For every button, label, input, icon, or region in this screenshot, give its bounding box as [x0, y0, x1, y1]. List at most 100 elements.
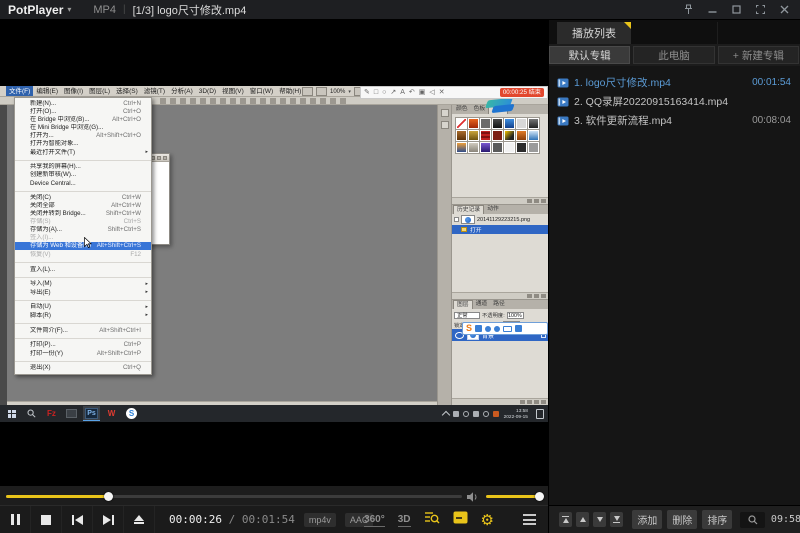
video-surface[interactable]: 文件(F) 编辑(E) 图像(I) 图层(L) 选择(S) 滤镜(T) 分析(A… [0, 20, 548, 485]
snapshot-checkbox [454, 217, 459, 222]
playlist-item[interactable]: 3. 软件更新流程.mp4 00:08:04 [549, 111, 800, 130]
menu-item-label: 打开(O)... [30, 108, 56, 116]
settings-gear-icon[interactable]: ⚙ [481, 513, 494, 528]
format-badge: MP4 [93, 4, 116, 16]
menu-item-label: 导入(M) [30, 280, 52, 288]
menu-item-shortcut: Ctrl+S [124, 218, 141, 226]
minimize-button[interactable] [707, 4, 718, 15]
sogou-taskbar-icon: S [123, 406, 140, 421]
layers-panel-tabs: 图层通道路径 [452, 300, 548, 309]
volume-thumb[interactable] [535, 492, 544, 501]
arrow-icon: ↗ [390, 87, 396, 98]
style-swatch [528, 118, 539, 129]
pause-button[interactable] [0, 506, 31, 533]
ps-file-menu-item: 自动(U) [15, 303, 151, 311]
chevron-down-icon[interactable]: ▾ [67, 5, 71, 14]
stereo-3d-toggle[interactable]: 3D [398, 514, 411, 527]
panel-footer [452, 197, 548, 204]
delete-button[interactable]: 删除 [667, 510, 697, 529]
menu-item-label: 文件简介(F)... [30, 327, 68, 335]
titlebar-divider: | [123, 4, 126, 15]
tray-icon [453, 411, 459, 417]
previous-button[interactable] [62, 506, 93, 533]
ps-file-menu-item: 关闭全部 Alt+Ctrl+W [15, 202, 151, 210]
add-button[interactable]: 添加 [632, 510, 662, 529]
style-swatch [516, 130, 527, 141]
style-swatch [480, 118, 491, 129]
ps-menu: 视图(V) [219, 86, 247, 96]
playlist-item-duration: 00:08:04 [752, 115, 791, 126]
tab-playlist[interactable]: 播放列表 [557, 22, 631, 44]
album-tab[interactable]: 默认专辑 [549, 46, 630, 64]
menu-item-label: 自动(U) [30, 303, 51, 311]
time-display: 00:00:26 / 00:01:54 [169, 513, 295, 526]
playlist-toolbar: 添加 删除 排序 09:58 [549, 505, 800, 533]
maximize-button[interactable] [731, 4, 742, 15]
ps-file-menu-item: 打印一份(Y) Alt+Shift+Ctrl+P [15, 349, 151, 362]
vr-360-toggle[interactable]: 360° [364, 514, 385, 527]
ps-file-menu-item: 导出(E) [15, 288, 151, 301]
text-tool-icon: A [400, 87, 405, 98]
close-button[interactable] [779, 4, 790, 15]
ps-menu: 图像(I) [61, 86, 86, 96]
style-swatch [504, 118, 515, 129]
move-top-button[interactable] [559, 512, 572, 527]
next-button[interactable] [93, 506, 124, 533]
eject-button[interactable] [124, 506, 155, 533]
seek-progress [6, 495, 108, 498]
menu-item-label: 创建新审核(W)... [30, 171, 76, 179]
album-tab[interactable]: + 新建专辑 [718, 46, 799, 64]
media-file-icon [557, 96, 569, 108]
seek-thumb[interactable] [104, 492, 113, 501]
menu-item-label: 最近打开文件(T) [30, 149, 75, 157]
subtitle-panel-icon[interactable] [453, 511, 468, 529]
ps-file-menu-item: 新建(N)... Ctrl+N [15, 100, 151, 108]
ps-file-menu-item: 导入(M) [15, 280, 151, 288]
style-swatch [468, 118, 479, 129]
ps-file-menu-item: 打开为智能对象... [15, 140, 151, 148]
sort-button[interactable]: 排序 [702, 510, 732, 529]
menu-item-shortcut: Alt+Ctrl+W [111, 202, 141, 210]
submenu-arrow-icon [145, 148, 148, 156]
menu-item-label: 存储为 Web 和设备所用格式(D)... [30, 242, 91, 250]
panel-tab: 动作 [484, 205, 502, 214]
style-swatches [452, 114, 548, 157]
menu-item-shortcut: Shift+Ctrl+W [106, 210, 141, 218]
menu-item-label: 打开为... [30, 132, 54, 140]
ps-file-menu-item: 存储(S) Ctrl+S [15, 218, 151, 226]
ps-menu: 分析(A) [168, 86, 196, 96]
menu-item-label: 脚本(R) [30, 312, 51, 320]
tab-slot[interactable] [631, 22, 718, 44]
stop-button[interactable] [31, 506, 62, 533]
move-bottom-button[interactable] [610, 512, 623, 527]
move-up-button[interactable] [576, 512, 589, 527]
playlist-item[interactable]: 2. QQ录屏20220915163414.mp4 [549, 92, 800, 111]
undo-icon: ↶ [409, 87, 415, 98]
move-down-button[interactable] [593, 512, 606, 527]
potplayer-window: PotPlayer ▾ MP4 | [1/3] logo尺寸修改.mp4 文件(… [0, 0, 800, 533]
volume-bar[interactable] [486, 495, 540, 498]
fullscreen-button[interactable] [755, 4, 766, 15]
pencil-icon: ✎ [364, 87, 370, 98]
seek-bar[interactable] [6, 495, 462, 498]
recording-end-button: 00:00:25 结束 [500, 88, 544, 97]
app-menu-button[interactable]: PotPlayer [8, 3, 63, 17]
menu-item-label: 导出(E) [30, 289, 51, 297]
taskbar-search-icon [23, 406, 40, 421]
playlist-panel: 播放列表 默认专辑 此电脑 + 新建专辑 [548, 20, 800, 533]
tab-slot[interactable] [717, 22, 800, 44]
menu-item-label: 共享我的屏幕(H)... [30, 163, 81, 171]
album-tab[interactable]: 此电脑 [633, 46, 714, 64]
pin-icon[interactable] [683, 4, 694, 15]
playlist-item[interactable]: 1. logo尺寸修改.mp4 00:01:54 [549, 73, 800, 92]
panel-icon [441, 109, 449, 117]
panel-tabbar: 播放列表 [549, 20, 800, 44]
taskbar-clock: 13:58 2022-09-15 [504, 408, 528, 419]
menu-item-label: 新建(N)... [30, 100, 56, 108]
playlist-search-box[interactable] [740, 512, 765, 528]
style-swatch [516, 142, 527, 153]
panel-tab: 历史记录 [453, 205, 484, 214]
playlist-search-icon[interactable] [424, 510, 440, 530]
snapshot-thumbnail [461, 215, 475, 224]
main-menu-icon[interactable] [523, 514, 536, 525]
